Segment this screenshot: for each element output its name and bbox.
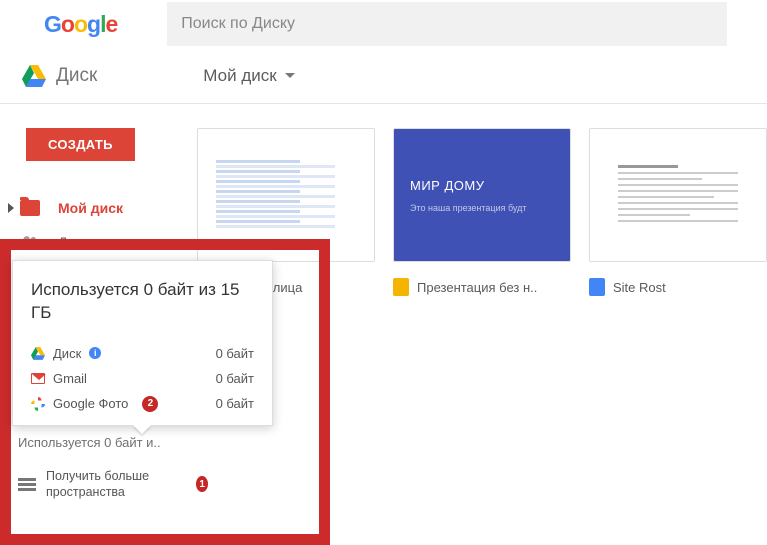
create-button[interactable]: СОЗДАТЬ	[26, 128, 135, 161]
annotation-badge: 2	[142, 396, 158, 412]
sidebar-item-shared[interactable]: Доступные мне	[0, 225, 183, 259]
sidebar-item-mydrive[interactable]: Мой диск	[0, 191, 183, 225]
drive-icon	[31, 347, 45, 360]
storage-title: Используется 0 байт из 15 ГБ	[31, 279, 254, 325]
usage-row-photos[interactable]: Google Фото 2 0 байт	[31, 391, 254, 417]
usage-row-drive[interactable]: Диск i 0 байт	[31, 341, 254, 366]
sidebar-nav: Мой диск Доступные мне	[0, 191, 183, 259]
expand-icon	[8, 203, 14, 213]
sidebar-item-label: Мой диск	[58, 200, 123, 216]
google-logo[interactable]: Google	[44, 11, 117, 38]
chevron-down-icon	[285, 73, 295, 78]
app-name: Диск	[56, 65, 97, 87]
file-label: Site Rost	[589, 278, 767, 296]
file-label: Презентация без н..	[393, 278, 571, 296]
search-input[interactable]: Поиск по Диску	[167, 2, 727, 46]
annotation-badge: 1	[196, 476, 208, 492]
usage-row-gmail[interactable]: Gmail 0 байт	[31, 366, 254, 391]
search-placeholder: Поиск по Диску	[181, 15, 295, 33]
storage-popup: Используется 0 байт из 15 ГБ Диск i 0 ба…	[12, 260, 273, 426]
get-more-storage-link[interactable]: Получить больше пространства 1	[18, 468, 208, 501]
gmail-icon	[31, 373, 45, 384]
toolbar: Диск Мой диск	[0, 48, 767, 104]
header: Google Поиск по Диску	[0, 0, 767, 48]
file-thumbnail: МИР ДОМУ Это наша презентация будт	[393, 128, 571, 262]
file-thumbnail	[589, 128, 767, 262]
sidebar-item-label: Доступные мне	[58, 234, 158, 250]
popup-tail	[133, 425, 151, 434]
docs-icon	[589, 278, 605, 296]
storage-usage-text: Используется 0 байт и..	[18, 435, 208, 450]
storage-summary: Используется 0 байт и.. Получить больше …	[18, 435, 208, 501]
people-icon	[20, 234, 40, 250]
drive-icon	[22, 65, 46, 87]
file-card[interactable]: Site Rost	[589, 128, 767, 296]
storage-icon	[18, 478, 36, 491]
file-thumbnail	[197, 128, 375, 262]
file-card[interactable]: МИР ДОМУ Это наша презентация будт Презе…	[393, 128, 571, 296]
info-icon[interactable]: i	[89, 347, 101, 359]
slides-icon	[393, 278, 409, 296]
folder-icon	[20, 200, 40, 216]
drive-logo[interactable]: Диск	[22, 65, 97, 87]
breadcrumb[interactable]: Мой диск	[203, 66, 294, 86]
photos-icon	[31, 397, 45, 411]
